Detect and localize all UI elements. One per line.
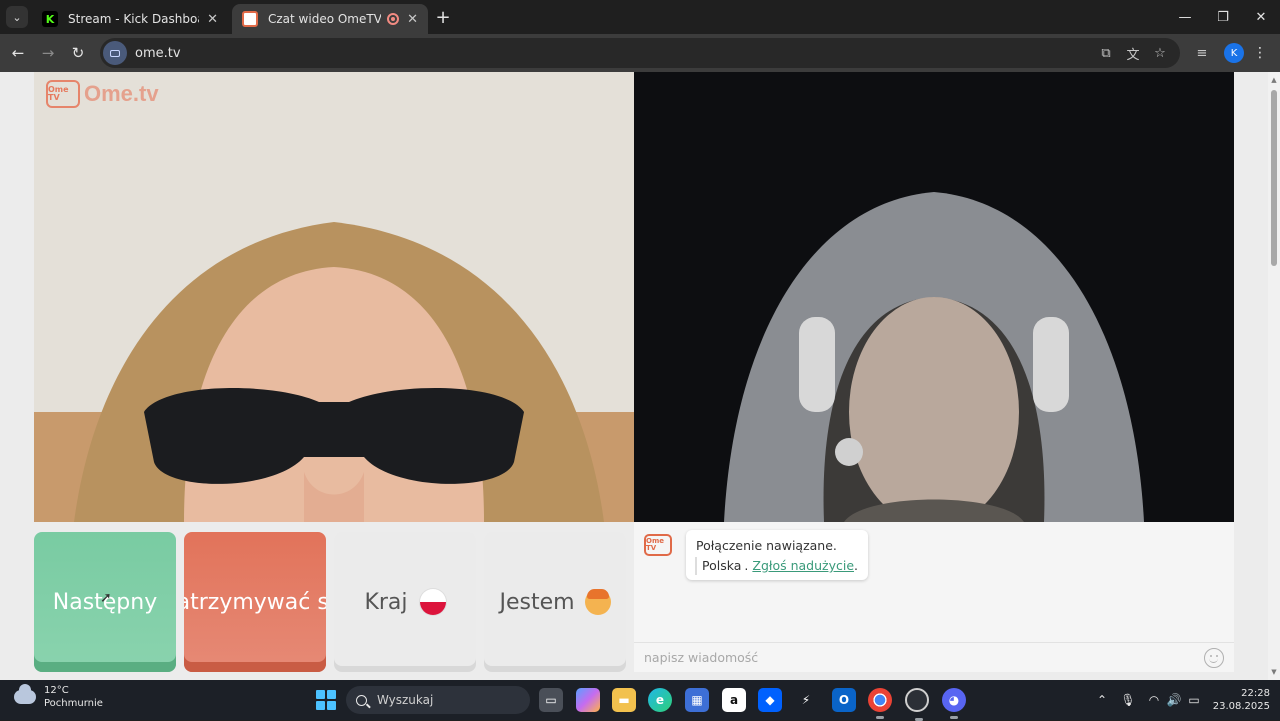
- connected-text: Połączenie nawiązane.: [696, 538, 837, 553]
- install-app-icon[interactable]: ⧉: [1098, 45, 1114, 61]
- scroll-down-icon[interactable]: ▼: [1270, 668, 1278, 676]
- browser-toolbar: ← → ↻ ome.tv ⧉ 文 ☆ ≡ K ⋮: [0, 34, 1280, 72]
- clock-date: 23.08.2025: [1212, 701, 1270, 712]
- media-controls-icon[interactable]: ≡: [1194, 45, 1210, 61]
- edge-browser-icon[interactable]: e: [648, 688, 672, 712]
- emoji-smiley-icon[interactable]: [1204, 648, 1224, 668]
- url-text[interactable]: ome.tv: [135, 46, 181, 61]
- kick-favicon-icon: K: [42, 11, 58, 27]
- separator-dot: .: [744, 558, 749, 573]
- local-video-image: [34, 72, 634, 522]
- wifi-icon[interactable]: ◠: [1146, 692, 1162, 708]
- country-name: Polska: [702, 558, 742, 573]
- restore-icon[interactable]: ❐: [1204, 0, 1242, 34]
- star-bookmark-icon[interactable]: ☆: [1152, 45, 1168, 61]
- boy-face-icon: [584, 589, 611, 615]
- chrome-browser-icon[interactable]: [868, 688, 892, 719]
- microphone-icon[interactable]: 🎙: [1120, 692, 1136, 708]
- taskbar-search[interactable]: Wyszukaj: [346, 686, 530, 714]
- file-explorer-icon[interactable]: ▬: [612, 688, 636, 712]
- outlook-icon[interactable]: O: [832, 688, 856, 712]
- system-clock[interactable]: 22:28 23.08.2025: [1206, 687, 1270, 713]
- tv-logo-icon: Ome TV: [46, 80, 80, 108]
- chat-panel: Ome TV Połączenie nawiązane. Polska . Zg…: [634, 522, 1234, 672]
- page-viewport: Ome TV Ome.tv Następny Zatrzymywać się K…: [0, 72, 1268, 680]
- weather-description: Pochmurnie: [44, 698, 103, 709]
- chevron-up-icon[interactable]: ⌃: [1094, 692, 1110, 708]
- back-arrow-icon[interactable]: ←: [7, 42, 29, 64]
- tab-search-button[interactable]: ⌄: [6, 6, 28, 28]
- reload-icon[interactable]: ↻: [67, 42, 89, 64]
- gender-button-label: Jestem: [499, 589, 575, 615]
- task-view-icon[interactable]: ▭: [539, 688, 563, 712]
- chevron-down-icon: ⌄: [12, 10, 22, 24]
- battery-icon[interactable]: ▭: [1186, 692, 1202, 708]
- gender-button[interactable]: Jestem: [484, 532, 626, 672]
- close-icon[interactable]: ✕: [407, 12, 418, 27]
- page-scrollbar[interactable]: ▲ ▼: [1268, 72, 1280, 680]
- weather-temperature: 12°C: [44, 685, 69, 696]
- local-video: Ome TV Ome.tv: [34, 72, 634, 522]
- stop-button[interactable]: Zatrzymywać się: [184, 532, 326, 672]
- tab-kick-dashboard[interactable]: K Stream - Kick Dashboard ✕: [32, 4, 228, 34]
- dropbox-icon[interactable]: ◆: [758, 688, 782, 712]
- system-message: Połączenie nawiązane. Polska . Zgłoś nad…: [686, 530, 868, 580]
- mouse-cursor-icon: ➚: [100, 590, 112, 606]
- address-bar[interactable]: ome.tv ⧉ 文 ☆: [100, 38, 1180, 68]
- ometv-favicon-icon: [242, 11, 258, 27]
- ometv-chat-logo-icon: Ome TV: [644, 534, 672, 556]
- minimize-icon[interactable]: —: [1166, 0, 1204, 34]
- windows-start-icon[interactable]: [316, 690, 336, 710]
- taskbar-search-label: Wyszukaj: [377, 693, 434, 707]
- forward-arrow-icon[interactable]: →: [37, 42, 59, 64]
- camera-icon[interactable]: [103, 41, 127, 65]
- ometv-logo: Ome TV Ome.tv: [46, 80, 159, 108]
- profile-avatar[interactable]: K: [1224, 43, 1244, 63]
- chat-input-bar: [634, 642, 1234, 672]
- recording-icon: [387, 13, 400, 25]
- window-close-icon[interactable]: ✕: [1242, 0, 1280, 34]
- new-tab-button[interactable]: +: [432, 6, 454, 28]
- discord-icon[interactable]: ◕: [942, 688, 966, 719]
- windows-taskbar: 12°C Pochmurnie Wyszukaj ▭ ▬ e ▦ a ◆ ⚡ O…: [0, 680, 1280, 721]
- poland-flag-icon: [419, 589, 446, 615]
- weather-widget[interactable]: 12°C Pochmurnie: [14, 684, 103, 710]
- translate-icon[interactable]: 文: [1125, 45, 1141, 63]
- microsoft-store-icon[interactable]: ▦: [685, 688, 709, 712]
- more-menu-icon[interactable]: ⋮: [1252, 42, 1268, 64]
- scrollbar-thumb[interactable]: [1271, 90, 1277, 266]
- chat-message-input[interactable]: [644, 650, 1184, 665]
- cloud-icon: [14, 684, 36, 704]
- tab-title: Czat wideo OmeTV — altern: [268, 12, 382, 26]
- tab-title: Stream - Kick Dashboard: [68, 12, 199, 26]
- tab-ometv[interactable]: Czat wideo OmeTV — altern ✕: [232, 4, 428, 34]
- lightning-app-icon[interactable]: ⚡: [794, 688, 818, 712]
- search-icon: [356, 694, 367, 706]
- remote-video-image: [634, 72, 1234, 522]
- tab-strip: ⌄ K Stream - Kick Dashboard ✕ Czat wideo…: [0, 0, 1280, 34]
- logo-wordmark: Ome.tv: [84, 81, 159, 106]
- stop-button-label: Zatrzymywać się: [184, 589, 326, 615]
- amazon-icon[interactable]: a: [722, 688, 746, 712]
- report-abuse-link[interactable]: Zgłoś nadużycie: [752, 556, 854, 576]
- obs-studio-icon[interactable]: [905, 688, 929, 721]
- country-button-label: Kraj: [364, 589, 408, 615]
- close-icon[interactable]: ✕: [207, 12, 218, 27]
- speaker-icon[interactable]: 🔊: [1166, 692, 1182, 708]
- remote-video: [634, 72, 1234, 522]
- country-button[interactable]: Kraj: [334, 532, 476, 672]
- copilot-icon[interactable]: [576, 688, 600, 712]
- clock-time: 22:28: [1241, 688, 1270, 699]
- report-end-dot: .: [854, 558, 858, 573]
- scroll-up-icon[interactable]: ▲: [1270, 76, 1278, 84]
